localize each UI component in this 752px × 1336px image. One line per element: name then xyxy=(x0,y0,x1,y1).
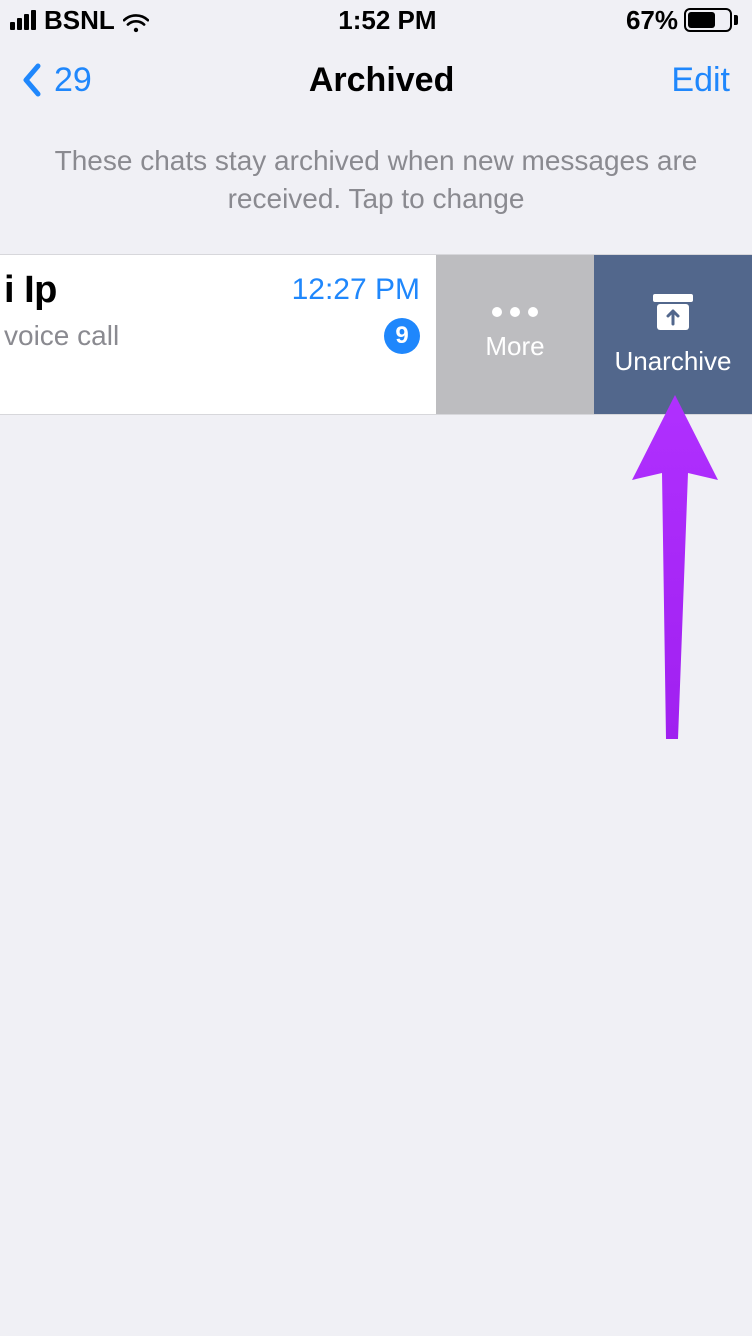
more-label: More xyxy=(485,331,544,362)
back-count: 29 xyxy=(54,61,92,100)
annotation-arrow-icon xyxy=(630,395,720,745)
carrier-label: BSNL xyxy=(44,5,115,36)
page-title: Archived xyxy=(309,61,455,100)
unarchive-label: Unarchive xyxy=(614,346,731,377)
battery-fill xyxy=(688,12,715,28)
unread-badge: 9 xyxy=(384,318,420,354)
chat-list: i Ip 12:27 PM voice call 9 More U xyxy=(0,254,752,415)
nav-bar: 29 Archived Edit xyxy=(0,40,752,120)
status-time: 1:52 PM xyxy=(338,5,436,36)
chat-content[interactable]: i Ip 12:27 PM voice call 9 xyxy=(0,255,436,414)
status-bar: BSNL 1:52 PM 67% xyxy=(0,0,752,40)
edit-button[interactable]: Edit xyxy=(671,61,730,100)
chevron-left-icon xyxy=(22,62,42,98)
status-left: BSNL xyxy=(10,5,149,36)
chat-row[interactable]: i Ip 12:27 PM voice call 9 More U xyxy=(0,255,752,415)
more-dots-icon xyxy=(492,307,538,317)
chat-name: i Ip xyxy=(4,269,57,312)
more-button[interactable]: More xyxy=(436,255,594,414)
unarchive-icon xyxy=(651,292,695,332)
unarchive-button[interactable]: Unarchive xyxy=(594,255,752,414)
battery-percent: 67% xyxy=(626,5,678,36)
status-right: 67% xyxy=(626,5,738,36)
battery-icon xyxy=(684,8,738,32)
archive-info-text[interactable]: These chats stay archived when new messa… xyxy=(0,120,752,254)
chat-subtitle: voice call xyxy=(4,320,119,352)
signal-bars-icon xyxy=(10,10,36,30)
back-button[interactable]: 29 xyxy=(22,61,92,100)
chat-time: 12:27 PM xyxy=(292,273,420,307)
wifi-icon xyxy=(123,10,149,30)
